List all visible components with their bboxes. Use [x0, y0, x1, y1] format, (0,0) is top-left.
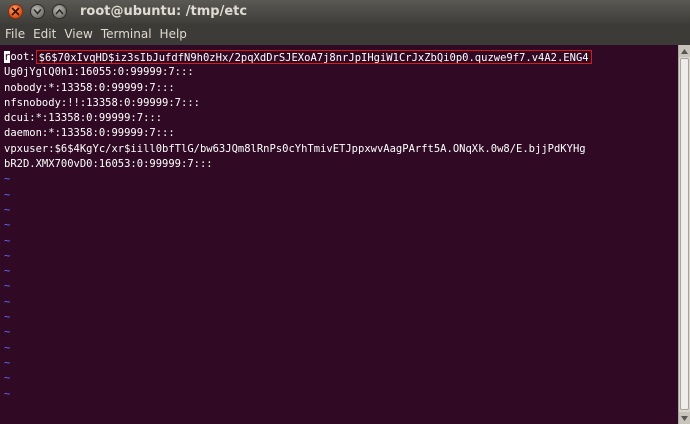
- root-password-hash: $6$70xIvqHD$iz3sIbJufdfN9h0zHx/2pqXdDrSJ…: [38, 52, 589, 64]
- vertical-scrollbar[interactable]: [678, 45, 690, 424]
- empty-line-tilde: ~: [4, 219, 11, 232]
- terminal-line: bR2D.XMX700vD0:16053:0:99999:7:::: [4, 158, 213, 171]
- chevron-up-icon: [55, 8, 64, 15]
- terminal-line-root: root: $6$70xIvqHD$iz3sIbJufdfN9h0zHx/2pqX…: [4, 50, 676, 65]
- arrow-up-icon: [681, 48, 688, 54]
- menu-view[interactable]: View: [59, 24, 95, 45]
- terminal-line: Ug0jYglQ0h1:16055:0:99999:7:::: [4, 66, 194, 79]
- menu-edit[interactable]: Edit: [28, 24, 59, 45]
- title-bar: root@ubuntu: /tmp/etc: [0, 0, 690, 24]
- empty-line-tilde: ~: [4, 326, 11, 339]
- scrollbar-thumb[interactable]: [680, 58, 689, 410]
- terminal-area[interactable]: root: $6$70xIvqHD$iz3sIbJufdfN9h0zHx/2pqX…: [0, 45, 690, 424]
- scroll-down-button[interactable]: [679, 412, 690, 424]
- empty-line-tilde: ~: [4, 203, 11, 216]
- empty-line-tilde: ~: [4, 280, 11, 293]
- maximize-button[interactable]: [52, 4, 67, 19]
- terminal-line: daemon:*:13358:0:99999:7:::: [4, 127, 175, 140]
- empty-line-tilde: ~: [4, 249, 11, 262]
- root-user-field: oot:: [10, 51, 36, 63]
- menu-file[interactable]: File: [0, 24, 28, 45]
- terminal-line: nobody:*:13358:0:99999:7:::: [4, 81, 175, 94]
- window-title: root@ubuntu: /tmp/etc: [80, 4, 248, 19]
- scroll-up-button[interactable]: [679, 45, 690, 57]
- empty-line-tilde: ~: [4, 387, 11, 400]
- empty-line-tilde: ~: [4, 188, 11, 201]
- menu-help[interactable]: Help: [155, 24, 190, 45]
- menu-bar: File Edit View Terminal Help: [0, 24, 690, 45]
- empty-line-tilde: ~: [4, 173, 11, 186]
- empty-line-tilde: ~: [4, 356, 11, 369]
- empty-line-tilde: ~: [4, 372, 11, 385]
- arrow-down-icon: [681, 415, 688, 421]
- terminal-line: vpxuser:$6$4KgYc/xr$iill0bfTlG/bw63JQm8l…: [4, 142, 586, 155]
- empty-line-tilde: ~: [4, 265, 11, 278]
- close-button[interactable]: [8, 4, 23, 19]
- empty-line-tilde: ~: [4, 341, 11, 354]
- terminal-content: root: $6$70xIvqHD$iz3sIbJufdfN9h0zHx/2pqX…: [4, 50, 676, 402]
- highlighted-hash: $6$70xIvqHD$iz3sIbJufdfN9h0zHx/2pqXdDrSJ…: [35, 50, 592, 64]
- empty-line-tilde: ~: [4, 295, 11, 308]
- terminal-line: nfsnobody:!!:13358:0:99999:7:::: [4, 96, 200, 109]
- terminal-line: dcui:*:13358:0:99999:7:::: [4, 112, 163, 125]
- empty-line-tilde: ~: [4, 311, 11, 324]
- close-icon: [11, 7, 20, 16]
- empty-line-tilde: ~: [4, 234, 11, 247]
- minimize-button[interactable]: [30, 4, 45, 19]
- menu-terminal[interactable]: Terminal: [96, 24, 155, 45]
- chevron-down-icon: [33, 9, 42, 15]
